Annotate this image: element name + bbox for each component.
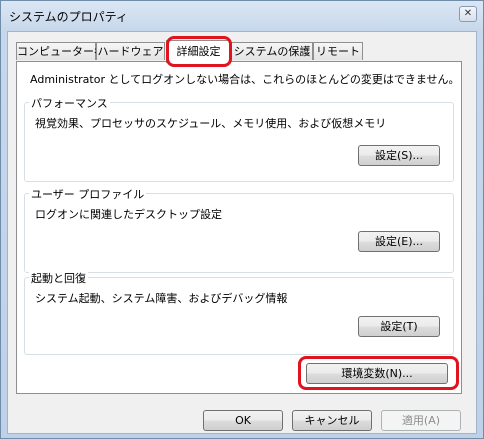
startup-recovery-group: 起動と回復 システム起動、システム障害、およびデバッグ情報 設定(T)	[24, 270, 454, 355]
performance-description: 視覚効果、プロセッサのスケジュール、メモリ使用、および仮想メモリ	[35, 117, 387, 130]
advanced-tab-panel: Administrator としてログオンしない場合は、これらのほとんどの変更は…	[16, 61, 462, 394]
tab-computer-name[interactable]: コンピューター名	[16, 42, 105, 60]
performance-group: パフォーマンス 視覚効果、プロセッサのスケジュール、メモリ使用、および仮想メモリ…	[24, 95, 454, 182]
user-profile-description: ログオンに関連したデスクトップ設定	[35, 208, 222, 221]
startup-recovery-title: 起動と回復	[29, 270, 88, 286]
admin-note: Administrator としてログオンしない場合は、これらのほとんどの変更は…	[30, 73, 460, 86]
performance-settings-button[interactable]: 設定(S)...	[358, 145, 440, 166]
tab-system-protection[interactable]: システムの保護	[231, 42, 313, 60]
startup-recovery-description: システム起動、システム障害、およびデバッグ情報	[35, 292, 288, 305]
ok-button[interactable]: OK	[203, 410, 283, 431]
performance-title: パフォーマンス	[29, 95, 110, 111]
startup-recovery-settings-button[interactable]: 設定(T)	[358, 316, 440, 337]
cancel-button[interactable]: キャンセル	[292, 410, 372, 431]
user-profile-group: ユーザー プロファイル ログオンに関連したデスクトップ設定 設定(E)...	[24, 186, 454, 273]
window-title: システムのプロパティ	[9, 10, 128, 24]
tab-remote[interactable]: リモート	[313, 42, 363, 60]
title-bar[interactable]: システムのプロパティ ✕	[1, 1, 483, 31]
close-icon[interactable]: ✕	[459, 6, 477, 22]
dialog-body: コンピューター名 ハードウェア 詳細設定 システムの保護 リモート Admini…	[7, 31, 477, 434]
tab-advanced[interactable]: 詳細設定	[166, 40, 231, 63]
environment-variables-button[interactable]: 環境変数(N)...	[306, 363, 448, 384]
system-properties-window: システムのプロパティ ✕ コンピューター名 ハードウェア 詳細設定 システムの保…	[0, 0, 484, 439]
apply-button[interactable]: 適用(A)	[381, 410, 461, 431]
tab-hardware[interactable]: ハードウェア	[96, 42, 165, 60]
user-profile-settings-button[interactable]: 設定(E)...	[358, 231, 440, 252]
user-profile-title: ユーザー プロファイル	[29, 186, 147, 202]
